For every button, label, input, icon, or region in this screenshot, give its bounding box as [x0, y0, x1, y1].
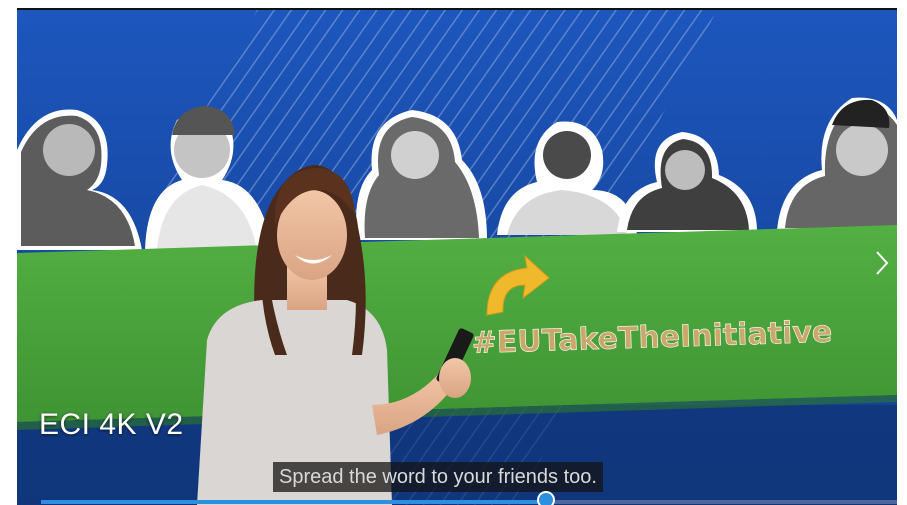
- next-button[interactable]: [869, 246, 895, 280]
- progress-bar[interactable]: [41, 491, 897, 505]
- video-player[interactable]: #EUTakeTheInitiative ECI 4K V2 Spread th…: [17, 10, 897, 505]
- video-title: ECI 4K V2: [39, 408, 184, 441]
- chevron-right-icon: [876, 251, 889, 275]
- progress-fill: [41, 500, 547, 504]
- progress-scrubber-handle[interactable]: [537, 491, 556, 505]
- subtitle-caption: Spread the word to your friends too.: [273, 462, 603, 492]
